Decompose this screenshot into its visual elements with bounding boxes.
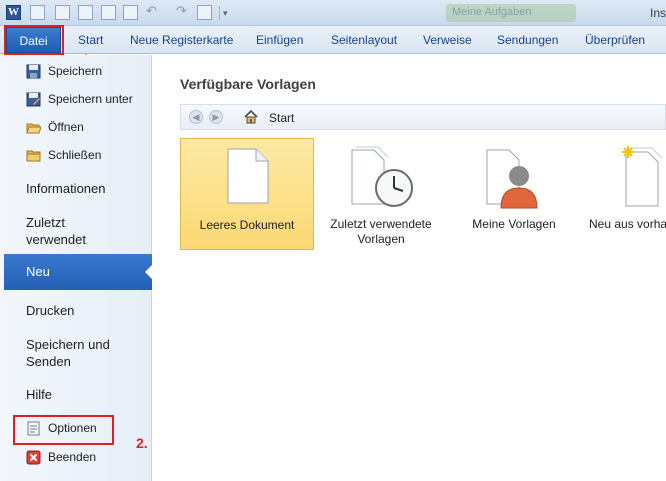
save-icon	[26, 64, 41, 79]
tab-einfuegen[interactable]: Einfügen	[256, 33, 303, 47]
menu-speichern-senden-line1: Speichern und	[26, 337, 110, 352]
blank-document-icon	[227, 148, 269, 204]
tab-ueberpruefen[interactable]: Überprüfen	[585, 33, 645, 47]
menu-speichern-unter[interactable]: Speichern unter	[0, 92, 152, 108]
open-folder-icon	[26, 123, 41, 134]
save-as-icon	[26, 92, 41, 107]
forward-arrow-icon[interactable]: ▶	[209, 110, 223, 124]
menu-oeffnen-label: Öffnen	[48, 120, 84, 134]
menu-speichern-senden-line2: Senden	[26, 354, 71, 369]
template-label: Leeres Dokument	[199, 218, 295, 232]
menu-beenden-label: Beenden	[48, 450, 97, 464]
menu-speichern[interactable]: Speichern	[0, 64, 152, 80]
new-document-icon[interactable]	[30, 5, 45, 20]
template-leeres-dokument[interactable]: Leeres Dokument	[180, 138, 314, 250]
page-title: Verfügbare Vorlagen	[180, 76, 316, 92]
menu-oeffnen[interactable]: Öffnen	[0, 120, 152, 136]
menu-drucken[interactable]: Drucken	[26, 302, 74, 319]
menu-zuletzt-verwendet[interactable]: Zuletzt verwendet	[26, 214, 86, 248]
menu-schliessen[interactable]: Schließen	[0, 148, 152, 164]
selection-arrow	[145, 264, 153, 280]
template-label: Meine Vorlagen	[472, 217, 556, 231]
template-zuletzt-verwendet[interactable]: Zuletzt verwendete Vorlagen	[314, 138, 448, 250]
menu-hilfe[interactable]: Hilfe	[26, 386, 52, 403]
ribbon-tab-row: Datei Start Neue Registerkarte Einfügen …	[0, 26, 666, 54]
tab-sendungen[interactable]: Sendungen	[497, 33, 558, 47]
toolbar-separator	[219, 6, 220, 20]
open-icon[interactable]	[55, 5, 70, 20]
document-tab-text: Meine Aufgaben	[452, 6, 532, 18]
menu-informationen[interactable]: Informationen	[26, 180, 106, 197]
home-icon[interactable]	[243, 109, 259, 125]
menu-zuletzt-line2: verwendet	[26, 232, 86, 247]
recent-templates-clock-icon	[351, 146, 413, 207]
quick-access-toolbar: W ↶ ↷ ▾ Meine Aufgaben Ins	[0, 0, 666, 26]
tab-verweise[interactable]: Verweise	[423, 33, 472, 47]
print-preview-icon[interactable]	[123, 5, 138, 20]
annotation-box-step2	[13, 415, 114, 445]
tab-start[interactable]: Start	[78, 33, 103, 47]
template-meine-vorlagen[interactable]: Meine Vorlagen	[447, 138, 581, 250]
template-label: Neu aus vorha	[589, 217, 666, 231]
window-title: Ins	[649, 6, 666, 20]
template-neu-aus-vorhandenem[interactable]: Neu aus vorha	[580, 138, 666, 250]
template-navigation-bar: ◀ ▶ Start	[180, 104, 666, 130]
annotation-step2: 2.	[136, 435, 148, 451]
menu-schliessen-label: Schließen	[48, 148, 102, 162]
template-label-line2: Vorlagen	[357, 232, 405, 246]
breadcrumb[interactable]: Start	[269, 111, 294, 125]
exit-icon	[26, 450, 41, 465]
menu-neu-label: Neu	[26, 264, 50, 279]
back-arrow-icon[interactable]: ◀	[189, 110, 203, 124]
tab-seitenlayout[interactable]: Seitenlayout	[331, 33, 397, 47]
annotation-box-step1	[4, 25, 64, 55]
redo-icon[interactable]: ↷	[176, 3, 191, 18]
save-icon[interactable]	[78, 5, 93, 20]
menu-zuletzt-line1: Zuletzt	[26, 215, 66, 230]
word-app-icon[interactable]: W	[6, 5, 21, 20]
menu-beenden[interactable]: Beenden	[0, 450, 152, 466]
customize-dropdown-icon[interactable]: ▾	[223, 8, 238, 23]
new-from-existing-icon	[622, 146, 663, 207]
menu-neu-selected[interactable]: Neu	[4, 254, 153, 290]
folder-icon[interactable]	[197, 5, 212, 20]
close-folder-icon	[26, 150, 41, 162]
menu-speichern-und-senden[interactable]: Speichern und Senden	[26, 336, 110, 370]
menu-speichern-label: Speichern	[48, 64, 103, 78]
template-label-line1: Zuletzt verwendete	[330, 217, 432, 231]
my-templates-user-icon	[486, 149, 538, 209]
menu-speichern-unter-label: Speichern unter	[48, 92, 133, 106]
undo-icon[interactable]: ↶	[146, 3, 161, 18]
print-icon[interactable]	[101, 5, 116, 20]
tab-neue-registerkarte[interactable]: Neue Registerkarte	[130, 33, 233, 47]
